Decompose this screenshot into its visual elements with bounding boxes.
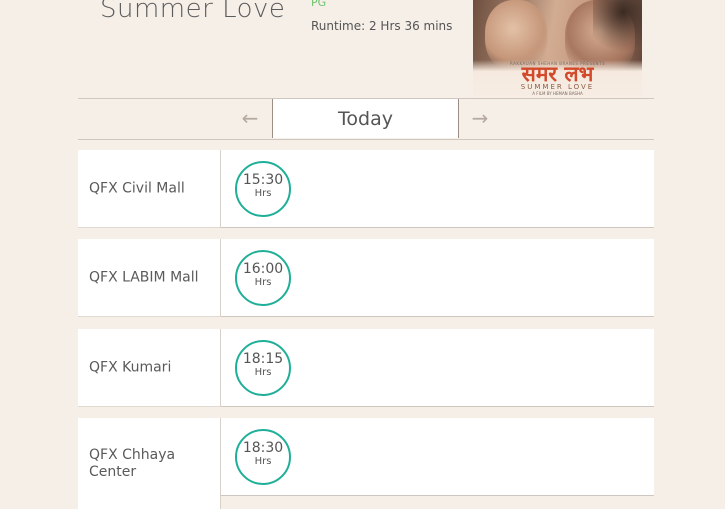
theater-cell: QFX Kumari <box>78 329 221 407</box>
showtime-button[interactable]: 18:15 Hrs <box>235 340 291 396</box>
rating-badge: PG <box>311 0 327 9</box>
runtime-text: Runtime: 2 Hrs 36 mins <box>311 19 453 33</box>
showtime-row: QFX Kumari 18:15 Hrs <box>78 329 654 407</box>
showtime-button[interactable]: 18:30 Hrs <box>235 429 291 485</box>
poster-credit: A FILM BY HEMAN BASHA <box>532 91 583 96</box>
theater-name: QFX Kumari <box>89 359 172 375</box>
showtime-row: QFX Civil Mall 15:30 Hrs <box>78 150 654 228</box>
showtime-time: 18:30 <box>242 440 284 456</box>
theater-name: QFX LABIM Mall <box>89 269 199 285</box>
prev-day-arrow-icon[interactable]: ← <box>236 107 264 129</box>
showtime-time: 15:30 <box>242 172 284 188</box>
poster-title-latin: SUMMER LOVE <box>520 83 595 91</box>
movie-title: Summer Love <box>100 0 286 24</box>
times-cell: 15:30 Hrs <box>221 150 654 228</box>
showtime-row: QFX LABIM Mall 16:00 Hrs <box>78 239 654 317</box>
times-cell: 18:15 Hrs <box>221 329 654 407</box>
times-cell: 16:00 Hrs <box>221 239 654 317</box>
theater-name: QFX Chhaya Center <box>89 447 176 480</box>
showtime-button[interactable]: 15:30 Hrs <box>235 161 291 217</box>
movie-poster: RAKKAUAN SHEHAN BRANES PRESENTS समर लभ S… <box>473 0 642 98</box>
showtime-unit: Hrs <box>254 277 272 288</box>
day-selector: ← Today → <box>78 98 654 140</box>
showtime-time: 18:15 <box>242 351 284 367</box>
theater-cell: QFX Civil Mall <box>78 150 221 228</box>
theater-cell: QFX Chhaya Center <box>78 418 221 509</box>
theater-name: QFX Civil Mall <box>89 180 185 196</box>
showtime-unit: Hrs <box>254 367 272 378</box>
times-cell: 18:30 Hrs <box>221 418 654 496</box>
day-label[interactable]: Today <box>272 99 459 138</box>
showtime-button[interactable]: 16:00 Hrs <box>235 250 291 306</box>
next-day-arrow-icon[interactable]: → <box>466 107 494 129</box>
showtime-row: QFX Chhaya Center 18:30 Hrs <box>78 418 654 509</box>
showtime-time: 16:00 <box>242 261 284 277</box>
theater-cell: QFX LABIM Mall <box>78 239 221 317</box>
showtime-unit: Hrs <box>254 188 272 199</box>
showtime-unit: Hrs <box>254 456 272 467</box>
poster-title-devanagari: समर लभ <box>521 62 594 86</box>
